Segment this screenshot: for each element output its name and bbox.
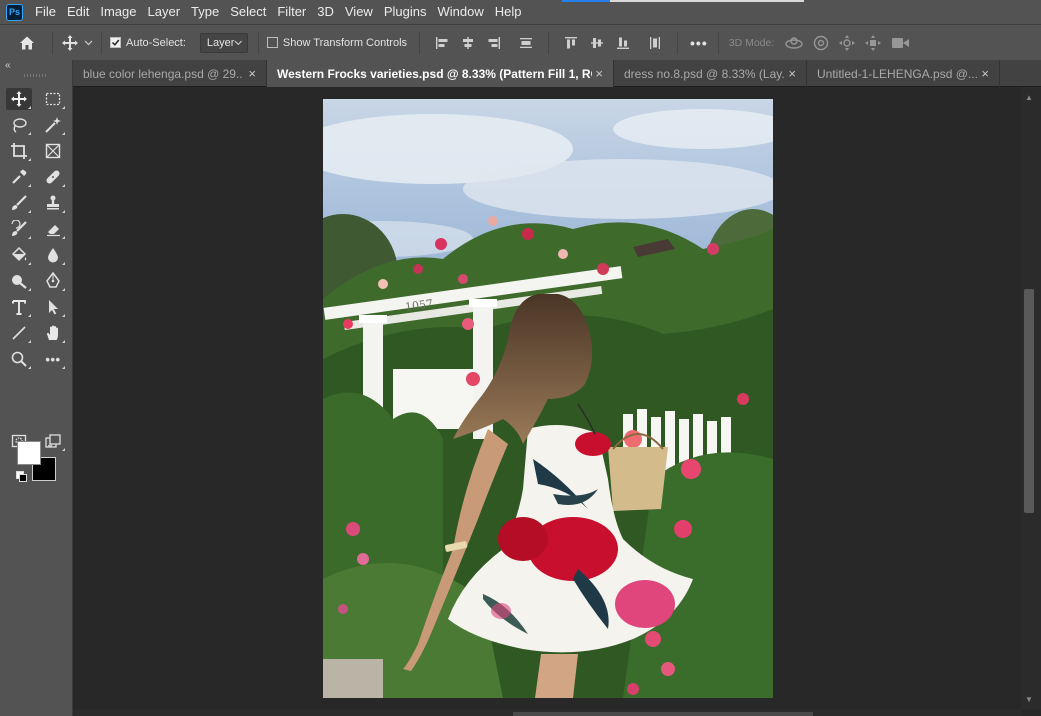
3d-roll-icon[interactable] — [812, 34, 830, 52]
hand-tool-icon[interactable] — [40, 322, 66, 344]
dodge-tool-icon[interactable] — [6, 270, 32, 292]
blur-tool-icon[interactable] — [40, 244, 66, 266]
move-tool-icon[interactable] — [6, 88, 32, 110]
healing-brush-tool-icon[interactable] — [40, 166, 66, 188]
menu-plugins[interactable]: Plugins — [380, 0, 434, 24]
magic-wand-tool-icon[interactable] — [40, 114, 66, 136]
menu-filter[interactable]: Filter — [273, 0, 313, 24]
crop-tool-icon[interactable] — [6, 140, 32, 162]
move-tool-preset-icon[interactable] — [61, 34, 79, 52]
tab-western-frocks-varieties[interactable]: Western Frocks varieties.psd @ 8.33% (Pa… — [267, 60, 614, 87]
line-tool-icon[interactable] — [6, 322, 32, 344]
close-tab-icon[interactable]: × — [981, 66, 989, 81]
menu-window[interactable]: Window — [433, 0, 490, 24]
document-workspace[interactable]: 1057 — [73, 87, 1021, 709]
show-transform-controls-label: Show Transform Controls — [282, 36, 408, 49]
auto-select-target-value: Layer — [206, 36, 235, 49]
home-icon[interactable] — [18, 34, 36, 52]
tab-label: blue color lehenga.psd @ 29... — [83, 66, 243, 81]
pen-tool-icon[interactable] — [40, 270, 66, 292]
3d-slide-icon[interactable] — [864, 34, 882, 52]
menu-help[interactable]: Help — [491, 0, 529, 24]
auto-select-label: Auto-Select: — [126, 36, 186, 49]
align-top-edges-icon[interactable] — [563, 35, 579, 51]
eraser-tool-icon[interactable] — [40, 218, 66, 240]
align-vertical-distribute-icon[interactable] — [518, 35, 534, 51]
screen-mode-icon[interactable] — [40, 430, 66, 452]
align-bottom-edges-icon[interactable] — [615, 35, 631, 51]
woven-bag — [608, 447, 668, 511]
align-horizontal-centers-icon[interactable] — [460, 35, 476, 51]
path-selection-tool-icon[interactable] — [40, 296, 66, 318]
align-left-edges-icon[interactable] — [434, 35, 450, 51]
menu-select[interactable]: Select — [226, 0, 273, 24]
3d-drag-icon[interactable] — [838, 34, 856, 52]
canvas-photo: 1057 — [323, 99, 773, 698]
horizontal-scroll-thumb[interactable] — [513, 712, 813, 716]
scroll-down-icon[interactable]: ▼ — [1025, 695, 1033, 704]
menu-file[interactable]: File — [31, 0, 63, 24]
tab-blue-color-lehenga[interactable]: blue color lehenga.psd @ 29... × — [73, 60, 267, 87]
align-vertical-centers-icon[interactable] — [589, 35, 605, 51]
title-strip — [562, 0, 804, 2]
align-right-edges-icon[interactable] — [486, 35, 502, 51]
edit-toolbar-icon[interactable]: ••• — [40, 348, 66, 370]
vertical-scroll-thumb[interactable] — [1024, 289, 1034, 513]
rectangular-marquee-tool-icon[interactable] — [40, 88, 66, 110]
tab-label: dress no.8.psd @ 8.33% (Lay... — [624, 66, 784, 81]
collapse-panel-icon[interactable]: « — [5, 60, 11, 71]
align-horizontal-distribute-icon[interactable] — [647, 35, 663, 51]
zoom-tool-icon[interactable] — [6, 348, 32, 370]
document-tab-bar: blue color lehenga.psd @ 29... × Western… — [73, 60, 1041, 87]
history-brush-tool-icon[interactable] — [6, 218, 32, 240]
options-bar: Auto-Select: Layer Show Transform Contro… — [0, 24, 1041, 60]
lasso-tool-icon[interactable] — [6, 114, 32, 136]
type-tool-icon[interactable] — [6, 296, 32, 318]
menu-image[interactable]: Image — [96, 0, 143, 24]
frame-tool-icon[interactable] — [40, 140, 66, 162]
eyedropper-tool-icon[interactable] — [6, 166, 32, 188]
tab-label: Untitled-1-LEHENGA.psd @... — [817, 66, 977, 81]
default-colors-icon[interactable] — [16, 471, 27, 482]
tab-dress-no-8[interactable]: dress no.8.psd @ 8.33% (Lay... × — [614, 60, 807, 87]
foreground-color-swatch[interactable] — [17, 441, 41, 465]
3d-orbit-icon[interactable] — [784, 35, 804, 51]
3d-mode-label: 3D Mode: — [728, 36, 775, 49]
vertical-scrollbar[interactable]: ▲ ▼ — [1021, 87, 1041, 709]
scroll-up-icon[interactable]: ▲ — [1025, 93, 1033, 102]
tab-untitled-1-lehenga[interactable]: Untitled-1-LEHENGA.psd @... × — [807, 60, 1000, 87]
brush-tool-icon[interactable] — [6, 192, 32, 214]
menu-edit[interactable]: Edit — [63, 0, 96, 24]
more-options-icon[interactable]: ••• — [690, 35, 708, 51]
auto-select-target-dropdown[interactable]: Layer — [199, 32, 248, 53]
photoshop-logo-icon[interactable]: Ps — [6, 3, 23, 21]
close-tab-icon[interactable]: × — [595, 66, 603, 81]
more-tools-label: ••• — [45, 351, 61, 367]
close-tab-icon[interactable]: × — [788, 66, 796, 81]
document-canvas[interactable]: 1057 — [323, 99, 773, 698]
menu-view[interactable]: View — [341, 0, 380, 24]
auto-select-checkbox[interactable] — [110, 37, 121, 48]
clone-stamp-tool-icon[interactable] — [40, 192, 66, 214]
panel-grip[interactable] — [24, 74, 46, 77]
close-tab-icon[interactable]: × — [248, 66, 256, 81]
show-transform-controls-checkbox[interactable] — [266, 37, 278, 48]
paint-bucket-tool-icon[interactable] — [6, 244, 32, 266]
menu-layer[interactable]: Layer — [144, 0, 188, 24]
3d-scale-camera-icon[interactable] — [890, 35, 910, 51]
menu-type[interactable]: Type — [187, 0, 226, 24]
menu-bar: Ps File Edit Image Layer Type Select Fil… — [0, 0, 1041, 24]
chevron-down-icon — [234, 40, 243, 46]
menu-3d[interactable]: 3D — [313, 0, 341, 24]
tools-panel: « ••• — [0, 60, 73, 716]
preset-dropdown-chevron-icon[interactable] — [84, 38, 93, 47]
horizontal-scrollbar[interactable] — [73, 709, 1021, 716]
tab-label: Western Frocks varieties.psd @ 8.33% (Pa… — [277, 66, 592, 81]
